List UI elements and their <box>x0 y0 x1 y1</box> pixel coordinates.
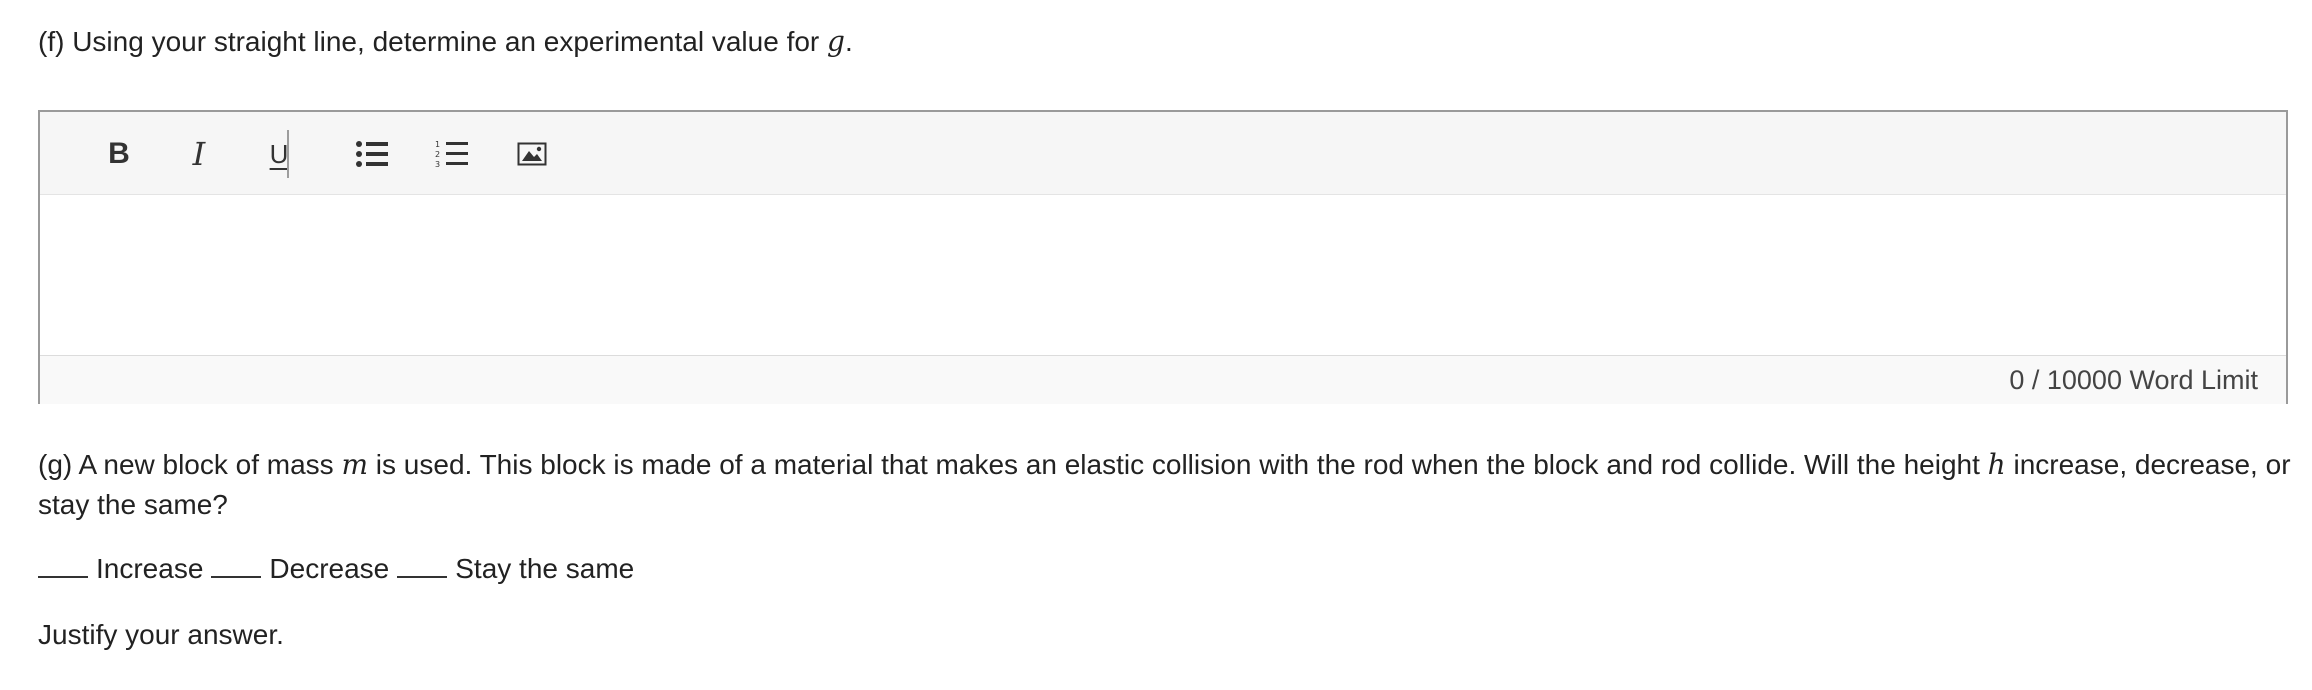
question-f-text: (f) Using your straight line, determine … <box>38 26 828 57</box>
question-g: (g) A new block of mass m is used. This … <box>38 445 2298 525</box>
editor-text-area[interactable] <box>40 195 2286 356</box>
image-icon <box>517 142 547 166</box>
variable-g: g <box>827 25 845 58</box>
editor-footer: 0 / 10000 Word Limit <box>40 356 2286 404</box>
answer-blank-decrease[interactable] <box>211 554 262 578</box>
word-count: 0 <box>2009 365 2025 395</box>
answer-blank-stay-same[interactable] <box>397 554 448 578</box>
editor-toolbar: B I U 1 2 3 <box>40 112 2286 195</box>
option-increase: Increase <box>96 553 204 584</box>
svg-text:3: 3 <box>435 160 440 169</box>
question-f: (f) Using your straight line, determine … <box>38 22 853 62</box>
svg-text:2: 2 <box>435 150 440 159</box>
bulleted-list-icon <box>356 141 388 167</box>
question-g-text-1: (g) A new block of mass <box>38 449 342 480</box>
numbered-list-icon: 1 2 3 <box>435 140 468 169</box>
underline-button[interactable]: U <box>257 132 301 176</box>
bold-icon: B <box>108 137 130 170</box>
option-stay-the-same: Stay the same <box>455 553 635 584</box>
italic-icon: I <box>192 135 206 173</box>
bulleted-list-button[interactable] <box>350 132 394 176</box>
underline-icon: U <box>269 138 289 169</box>
word-limit-text: / 10000 Word Limit <box>2031 365 2258 395</box>
rich-text-editor: B I U 1 2 3 0 / 10000 Word Limit <box>38 110 2288 404</box>
italic-button[interactable]: I <box>177 132 221 176</box>
question-g-text-2: is used. This block is made of a materia… <box>368 449 1988 480</box>
numbered-list-button[interactable]: 1 2 3 <box>430 132 474 176</box>
insert-image-button[interactable] <box>510 132 554 176</box>
answer-options: Increase Decrease Stay the same <box>38 549 642 589</box>
bold-button[interactable]: B <box>97 132 141 176</box>
toolbar-divider <box>287 130 289 178</box>
svg-text:1: 1 <box>435 140 440 149</box>
question-f-period: . <box>844 26 853 57</box>
variable-m: m <box>341 448 369 481</box>
word-limit-counter: 0 / 10000 Word Limit <box>2009 362 2258 398</box>
variable-h: h <box>1987 448 2006 481</box>
justify-prompt: Justify your answer. <box>38 619 284 650</box>
option-decrease: Decrease <box>269 553 390 584</box>
answer-blank-increase[interactable] <box>38 554 88 578</box>
